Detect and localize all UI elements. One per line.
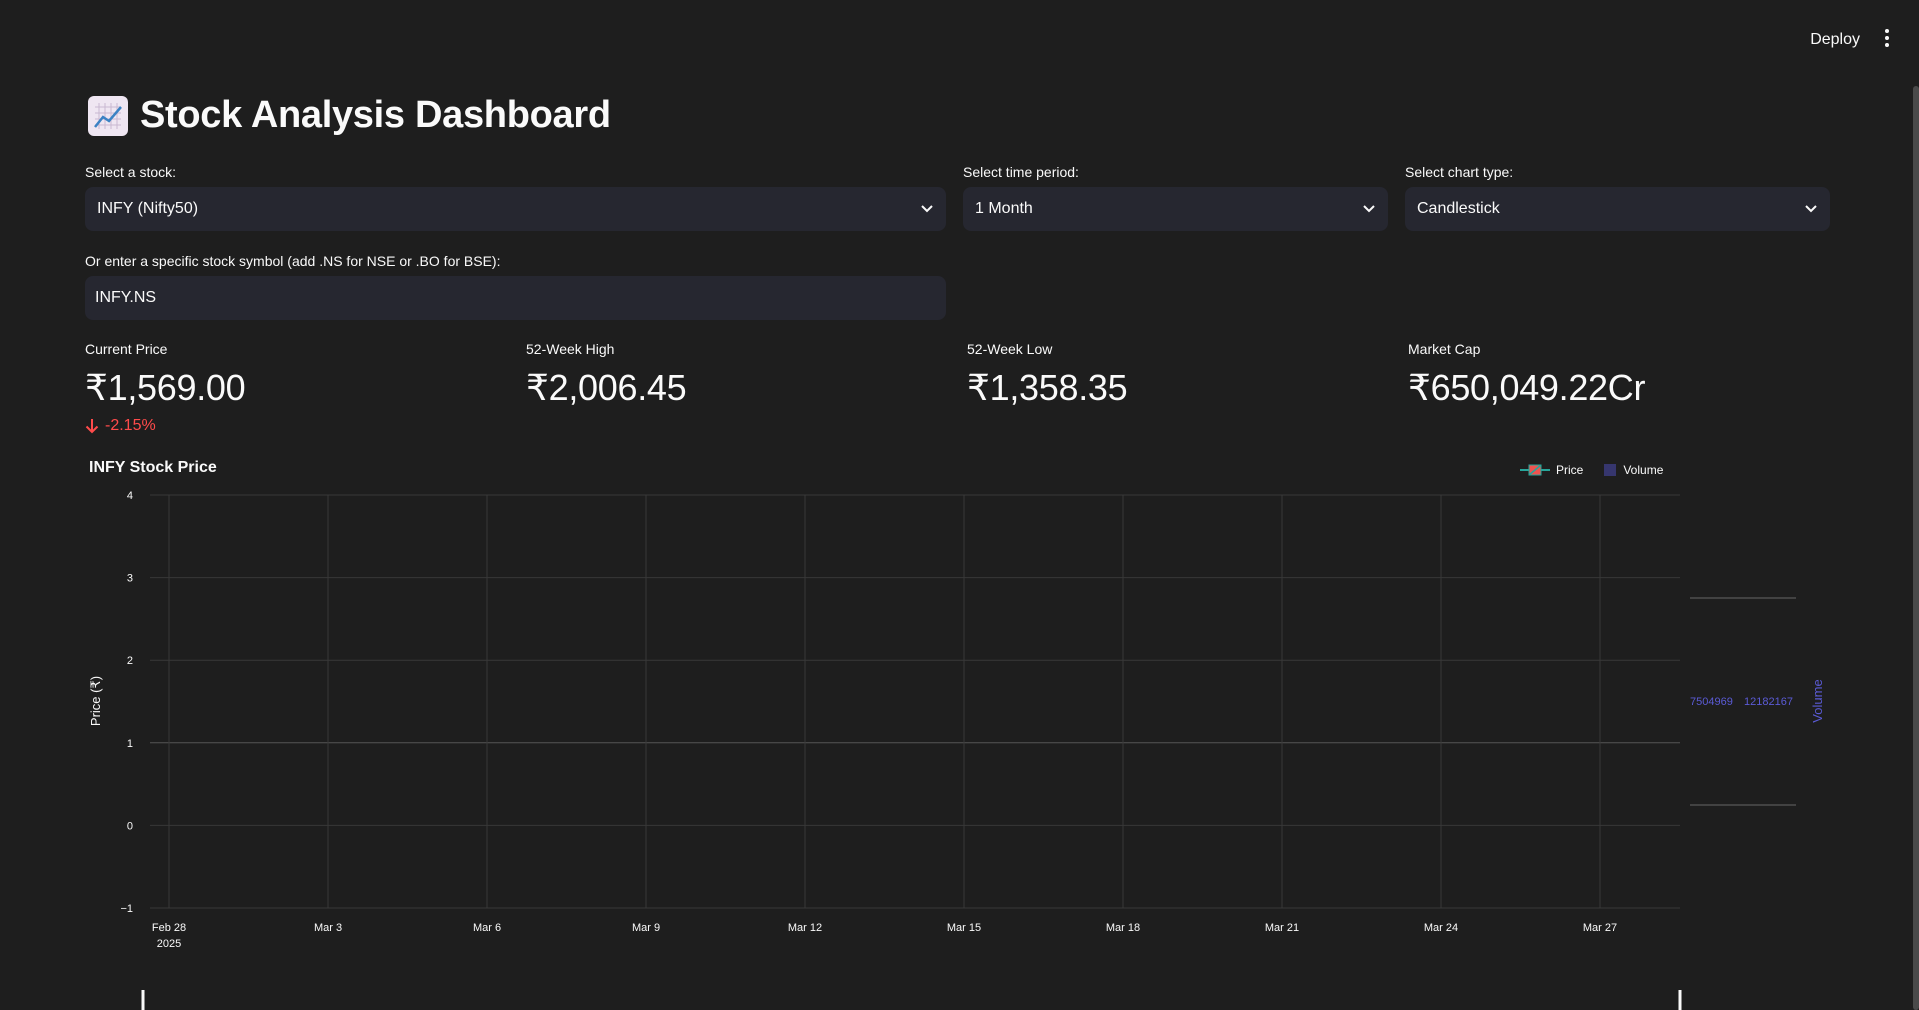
x-tick-label: Mar 27 [1583, 922, 1617, 934]
legend-label: Price [1556, 463, 1584, 477]
metric-label: 52-Week Low [967, 341, 1053, 357]
metric-label: 52-Week High [526, 341, 615, 357]
metric-delta-value: -2.15% [105, 417, 156, 434]
stock-price-chart[interactable]: 4 3 2 1 0 −1 Feb 28 Mar 3 Mar 6 Mar 9 Mar 12 Mar 15… [0, 0, 1919, 1010]
metric-52-week-high: 52-Week High ₹2,006.45 [526, 341, 687, 409]
legend-item-price[interactable]: Price [1520, 463, 1583, 477]
kebab-menu-icon[interactable] [1877, 26, 1897, 50]
x-tick-year-label: 2025 [157, 938, 181, 950]
symbol-input-label: Or enter a specific stock symbol (add .N… [85, 253, 501, 269]
chart-type-select-label: Select chart type: [1405, 164, 1514, 180]
x-tick-label: Mar 15 [947, 922, 981, 934]
x-tick-label: Mar 24 [1424, 922, 1458, 934]
metric-current-price: Current Price ₹1,569.00 -2.15% [85, 341, 246, 435]
x-tick-label: Mar 6 [473, 922, 501, 934]
page-scrollbar[interactable] [1913, 86, 1919, 1010]
chart-increasing-icon [88, 95, 128, 136]
x-tick-label: Mar 21 [1265, 922, 1299, 934]
candlestick-legend-icon [1520, 464, 1550, 476]
metric-label: Current Price [85, 341, 168, 357]
chevron-down-icon [1805, 205, 1817, 213]
chevron-down-icon [1363, 205, 1375, 213]
metric-market-cap: Market Cap ₹650,049.22Cr [1408, 341, 1645, 409]
chart-type-select[interactable]: Candlestick [1405, 187, 1830, 231]
metric-value: ₹1,358.35 [967, 367, 1128, 408]
y-tick-label: 1 [127, 738, 133, 750]
app-header: Deploy [0, 0, 1919, 76]
x-tick-label: Mar 12 [788, 922, 822, 934]
metric-label: Market Cap [1408, 341, 1481, 357]
y-axis-label: Price (₹) [88, 676, 103, 726]
stock-select-label: Select a stock: [85, 164, 177, 180]
deploy-button[interactable]: Deploy [1802, 27, 1868, 53]
y-tick-label: −1 [120, 903, 133, 915]
legend-label: Volume [1623, 463, 1664, 477]
y-tick-label: 2 [127, 655, 133, 667]
metric-value: ₹1,569.00 [85, 367, 246, 408]
volume-tick-label: 7504969 [1690, 696, 1733, 708]
metric-52-week-low: 52-Week Low ₹1,358.35 [967, 341, 1128, 409]
volume-tick-label: 12182167 [1744, 696, 1793, 708]
period-select[interactable]: 1 Month [963, 187, 1388, 231]
chevron-down-icon [921, 205, 933, 213]
page-title-row: Stock Analysis Dashboard [88, 94, 611, 137]
volume-legend-icon [1604, 464, 1617, 476]
x-tick-label: Mar 18 [1106, 922, 1140, 934]
volume-axis-label: Volume [1810, 679, 1825, 722]
x-tick-label: Feb 28 [152, 922, 186, 934]
period-select-label: Select time period: [963, 164, 1079, 180]
chart-type-select-value: Candlestick [1417, 200, 1500, 217]
period-select-value: 1 Month [975, 200, 1033, 217]
stock-select[interactable]: INFY (Nifty50) [85, 187, 946, 231]
arrow-down-icon [85, 419, 99, 434]
metric-delta: -2.15% [85, 417, 245, 435]
metric-value: ₹650,049.22Cr [1408, 367, 1646, 408]
x-tick-label: Mar 9 [632, 922, 660, 934]
x-tick-label: Mar 3 [314, 922, 342, 934]
chart-legend: Price Volume [1520, 463, 1663, 477]
symbol-input[interactable] [85, 276, 946, 320]
page-title: Stock Analysis Dashboard [140, 94, 611, 136]
metric-value: ₹2,006.45 [526, 367, 687, 408]
stock-select-value: INFY (Nifty50) [97, 200, 199, 217]
y-tick-label: 4 [127, 490, 133, 502]
chart-title: INFY Stock Price [89, 459, 217, 476]
y-tick-label: 3 [127, 573, 133, 585]
y-tick-label: 0 [127, 820, 133, 832]
legend-item-volume[interactable]: Volume [1603, 463, 1663, 477]
